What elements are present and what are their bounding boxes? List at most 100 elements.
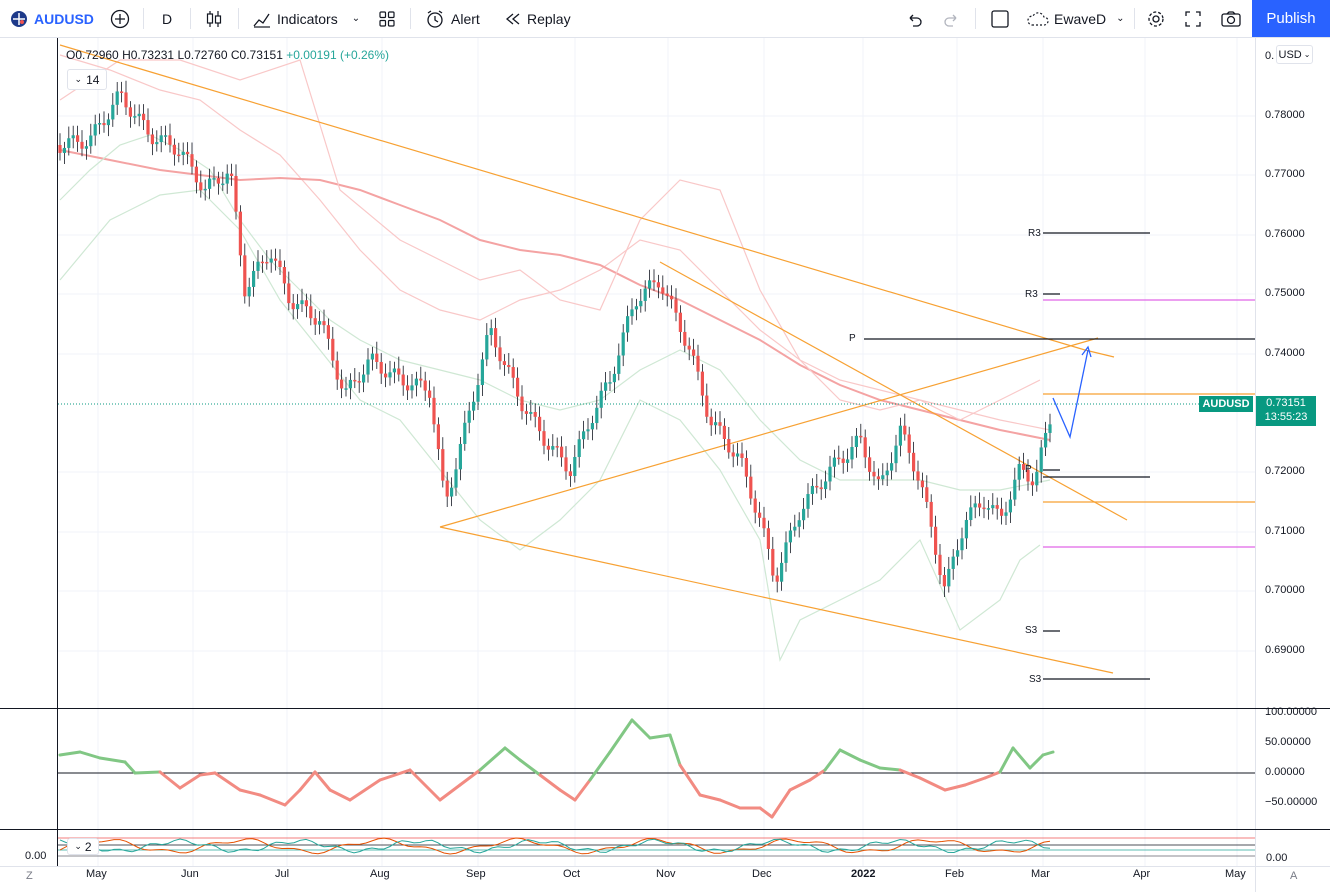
candle-body	[142, 113, 146, 121]
projection-arrow[interactable]	[1052, 345, 1092, 440]
candle-body	[766, 528, 770, 549]
cloud-icon	[1027, 11, 1049, 26]
alarm-clock-icon	[427, 9, 443, 28]
chart-canvas[interactable]	[0, 38, 1330, 892]
candle-body	[1000, 508, 1004, 516]
publish-button[interactable]: Publish	[1252, 0, 1330, 37]
candle-body	[705, 395, 709, 417]
candle-body	[670, 295, 674, 300]
square-icon	[991, 9, 1009, 28]
zoom-reset-button[interactable]: Z	[26, 870, 33, 882]
oscillator-segment	[718, 798, 742, 810]
candle-body	[84, 146, 88, 149]
candle-body	[700, 371, 704, 396]
osc-axis-label: 100.00000	[1265, 706, 1317, 718]
pivot-label: S3	[1025, 625, 1038, 636]
candle-body	[463, 422, 467, 444]
oscillator-segment	[133, 770, 162, 775]
oscillator-segment	[878, 766, 902, 772]
oscillator-segment	[198, 771, 217, 777]
candle-body	[423, 380, 427, 391]
candle-body	[58, 145, 62, 153]
pane-badge: 14	[86, 72, 100, 87]
oscillator-segment	[298, 770, 317, 792]
candle-body	[397, 368, 401, 375]
candle-body	[885, 470, 889, 476]
candle-body	[621, 332, 625, 356]
oscillator-segment	[458, 768, 482, 787]
candle-body	[912, 452, 916, 472]
redo-button[interactable]	[943, 0, 961, 37]
candle-body	[208, 178, 212, 189]
settings-button[interactable]	[1146, 0, 1166, 37]
candle-body	[115, 91, 119, 105]
pivot-lines	[864, 232, 1255, 680]
candle-body	[727, 439, 731, 453]
candle-body	[639, 300, 643, 307]
currency-dropdown[interactable]: USD ⌄	[1276, 45, 1313, 64]
replay-button[interactable]: Replay	[504, 0, 571, 37]
layout-button[interactable]: EwaveD ⌄	[1026, 0, 1125, 37]
candle-body	[920, 480, 924, 488]
price-axis-label: 0.76000	[1265, 228, 1305, 240]
oscillator-segment	[770, 788, 792, 819]
templates-button[interactable]	[378, 0, 396, 37]
candle-body	[1008, 499, 1012, 513]
candle-body	[854, 435, 858, 447]
candle-body	[375, 353, 379, 362]
candle-body	[366, 359, 370, 375]
indicators-label: Indicators	[277, 10, 338, 27]
candle-body	[1035, 471, 1039, 486]
pane-collapse-button[interactable]: ⌄ 14	[67, 69, 107, 90]
pivot-label: P	[1025, 464, 1032, 475]
candle-body	[216, 178, 220, 184]
candle-body	[973, 503, 977, 508]
oscillator-segment	[1011, 746, 1032, 770]
auto-scale-button[interactable]: A	[1290, 870, 1297, 882]
chart-type-button[interactable]	[205, 0, 223, 37]
candle-body	[480, 359, 484, 386]
candle-body	[894, 445, 898, 464]
candle-body	[652, 280, 656, 283]
undo-button[interactable]	[905, 0, 923, 37]
fullscreen-button[interactable]	[1184, 0, 1202, 37]
candle-body	[1030, 481, 1034, 486]
oscillator-segment	[668, 733, 682, 767]
candle-body	[758, 512, 762, 518]
symbol-search-button[interactable]: AUDUSD	[10, 0, 94, 37]
candle-body	[832, 457, 836, 467]
chevron-down-icon[interactable]: ⌄	[352, 13, 360, 24]
candle-body	[978, 503, 982, 508]
candle-body	[837, 457, 841, 460]
chevron-down-icon[interactable]: ⌄	[1116, 13, 1124, 24]
candle-body	[590, 423, 594, 430]
candle-body	[494, 328, 498, 348]
interval-button[interactable]: D	[162, 0, 172, 37]
fullscreen-layout-button[interactable]	[990, 0, 1010, 37]
candle-body	[538, 416, 542, 432]
candle-body	[806, 494, 810, 509]
candle-body	[212, 178, 216, 180]
candle-body	[186, 151, 190, 155]
price-axis-label: 0.77000	[1265, 168, 1305, 180]
osc-collapse-button[interactable]: ⌄ 2	[67, 838, 99, 855]
oscillator-segment	[123, 760, 137, 775]
compare-button[interactable]	[110, 0, 130, 37]
open-value: O0.72960	[66, 48, 119, 62]
oscillator-segment	[918, 776, 947, 792]
oscillator-segment	[328, 788, 352, 802]
snapshot-button[interactable]	[1220, 0, 1242, 37]
oscillator-segment	[838, 748, 862, 762]
oscillator-segment	[943, 783, 967, 792]
candle-body	[234, 175, 238, 212]
indicators-button[interactable]: Indicators ⌄	[252, 0, 360, 37]
candle-body	[898, 425, 902, 446]
candle-body	[995, 505, 999, 509]
redo-icon	[944, 14, 957, 27]
alert-button[interactable]: Alert	[425, 0, 480, 37]
candle-body	[256, 261, 260, 271]
candle-body	[788, 530, 792, 543]
oscillator-segment	[378, 768, 412, 782]
oscillator-segment	[408, 768, 442, 802]
undo-icon	[909, 14, 922, 27]
